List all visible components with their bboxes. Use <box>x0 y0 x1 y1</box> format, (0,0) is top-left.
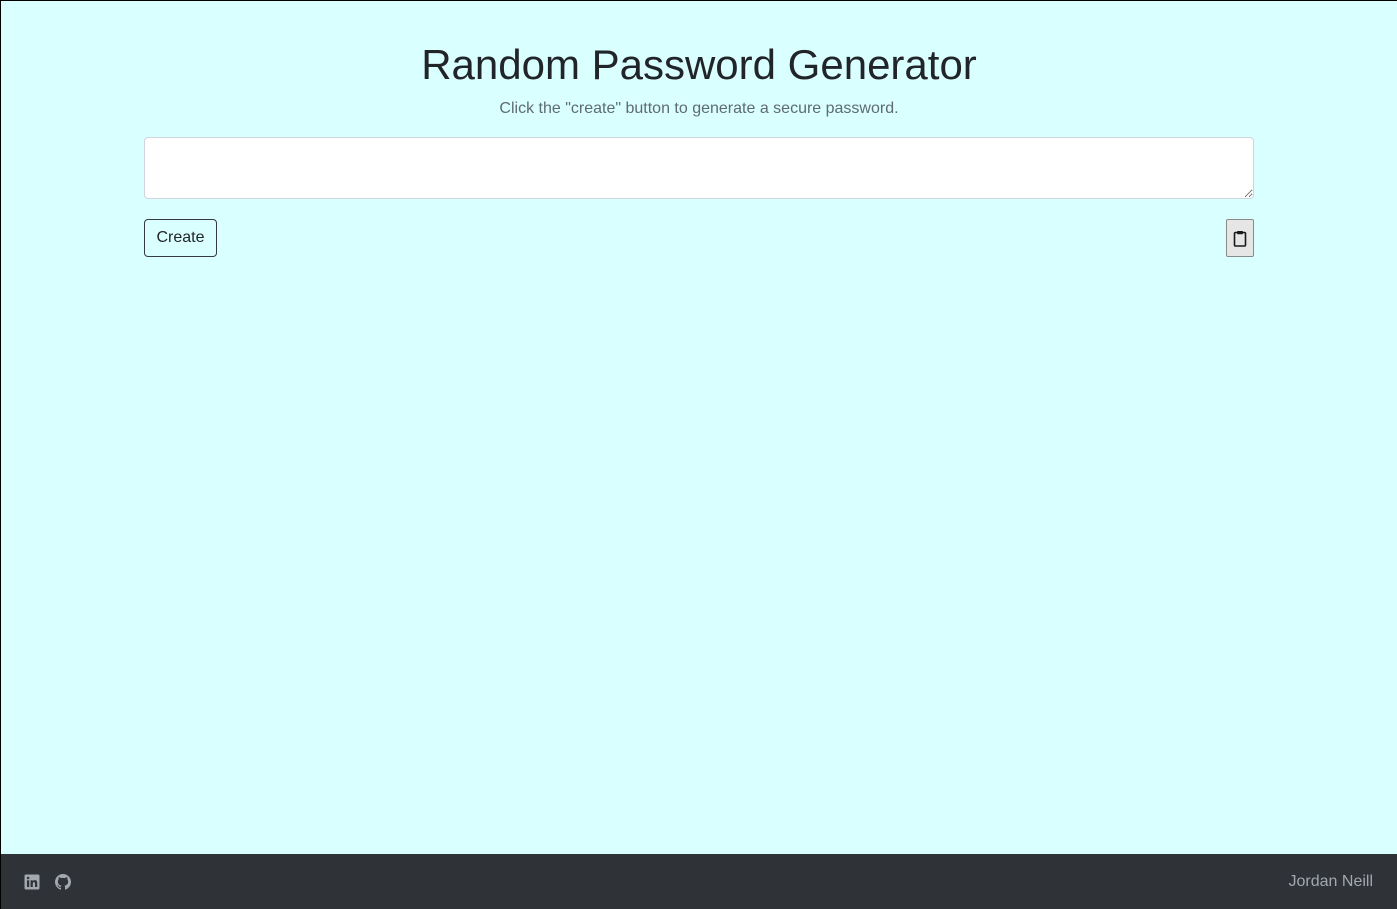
copy-to-clipboard-button[interactable] <box>1226 219 1254 257</box>
github-icon[interactable] <box>55 874 71 890</box>
footer: Jordan Neill <box>1 854 1397 909</box>
clipboard-icon <box>1233 230 1247 247</box>
page-title: Random Password Generator <box>421 41 977 88</box>
linkedin-icon[interactable] <box>24 874 40 890</box>
author-name: Jordan Neill <box>1288 873 1373 890</box>
page-subtitle: Click the "create" button to generate a … <box>499 100 899 117</box>
create-button[interactable]: Create <box>144 219 217 257</box>
page: Random Password Generator Click the "cre… <box>1 1 1397 909</box>
password-output[interactable] <box>144 137 1254 199</box>
